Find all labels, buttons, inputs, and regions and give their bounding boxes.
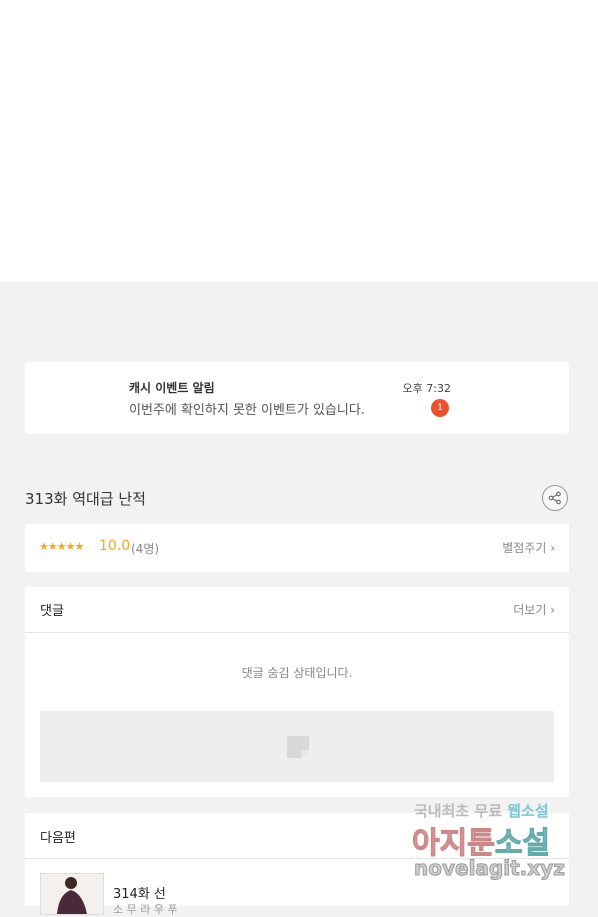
comments-hidden-message: 댓글 숨김 상태입니다. [241,666,353,680]
event-notification-card[interactable]: 캐시 이벤트 알림 오후 7:32 이번주에 확인하지 못한 이벤트가 있습니다… [25,362,569,434]
comments-title: 댓글 [40,604,64,619]
notification-title: 캐시 이벤트 알림 [129,381,215,395]
notification-time: 오후 7:32 [402,382,451,395]
notification-count-badge: 1 [431,399,449,417]
next-episode-subtitle: 소 무 라 우 푸 [113,903,178,916]
character-illustration-icon [57,877,87,914]
comments-section: 댓글 더보기 › 댓글 숨김 상태입니다. [25,587,569,797]
rate-button[interactable]: 별점주기 › [502,539,555,556]
rating-card: ★★★★★ 10.0 (4명) 별점주기 › [25,524,569,572]
comments-header: 댓글 더보기 › [25,587,569,633]
comments-more-button[interactable]: 더보기 › [513,601,555,618]
content-blank-area [0,0,598,282]
rating-score: 10.0 [99,538,131,554]
placeholder-image-icon [287,736,309,758]
ad-placeholder[interactable] [40,711,554,782]
watermark-url: novelagit.xyz [414,856,566,881]
rating-count: (4명) [131,542,160,556]
next-episode-title[interactable]: 314화 선 [113,883,166,902]
share-icon [548,491,561,505]
rating-stars: ★★★★★ [39,540,84,553]
next-episode-thumbnail[interactable] [40,873,104,915]
next-episode-label: 다음편 [40,831,76,846]
site-watermark: 국내최초 무료 웹소설 아지툰소설 novelagit.xyz [410,798,580,886]
share-button[interactable] [542,485,568,511]
episode-title: 313화 역대급 난적 [25,490,146,508]
notification-body: 이번주에 확인하지 못한 이벤트가 있습니다. [129,403,365,418]
